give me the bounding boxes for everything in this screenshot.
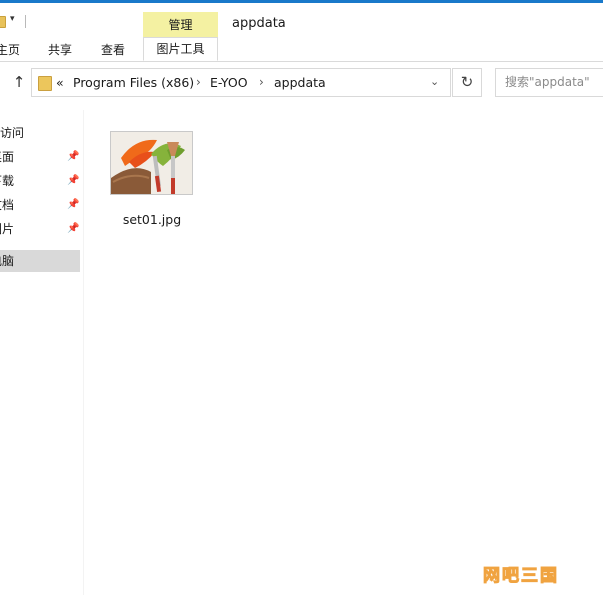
image-thumbnail bbox=[110, 131, 193, 195]
sidebar-item-label: 快速访问 bbox=[0, 126, 25, 140]
search-input[interactable]: 搜索"appdata" bbox=[495, 68, 603, 97]
file-item[interactable]: set01.jpg bbox=[104, 127, 200, 231]
title-bar: ▾ 管理 appdata bbox=[0, 3, 603, 39]
pin-icon[interactable]: 📌 bbox=[67, 194, 79, 216]
up-arrow-icon[interactable]: ↑ bbox=[12, 74, 26, 90]
tab-picture-tools[interactable]: 图片工具 bbox=[143, 37, 218, 61]
navigation-pane: 快速访问 桌面 📌 下载 📌 文档 📌 图片 📌 此电脑 bbox=[0, 110, 84, 595]
sidebar-item-label: 桌面 bbox=[0, 150, 15, 164]
sidebar-item-quick-access[interactable]: 快速访问 bbox=[0, 122, 80, 144]
chevron-right-icon[interactable]: › bbox=[259, 75, 264, 89]
tab-view[interactable]: 查看 bbox=[101, 40, 125, 61]
chevron-down-icon[interactable]: ⌄ bbox=[430, 75, 439, 88]
file-name: set01.jpg bbox=[122, 212, 182, 227]
sidebar-item-label: 图片 bbox=[0, 222, 15, 236]
sidebar-item-documents[interactable]: 文档 📌 bbox=[0, 194, 80, 216]
breadcrumb-e-yoo[interactable]: E-YOO bbox=[210, 75, 248, 90]
tab-home[interactable]: 主页 bbox=[0, 40, 20, 61]
contextual-tab-group-manage: 管理 bbox=[143, 12, 218, 39]
sidebar-item-label: 下载 bbox=[0, 174, 15, 188]
breadcrumb-overflow[interactable]: « bbox=[56, 75, 64, 90]
breadcrumb-appdata[interactable]: appdata bbox=[274, 75, 326, 90]
address-bar[interactable]: « Program Files (x86) › E-YOO › appdata … bbox=[31, 68, 451, 97]
sidebar-item-pictures[interactable]: 图片 📌 bbox=[0, 218, 80, 240]
window-title: appdata bbox=[232, 16, 286, 31]
refresh-icon: ↻ bbox=[460, 73, 474, 91]
ribbon-tabs: 主页 共享 查看 图片工具 bbox=[0, 37, 603, 62]
toolbar-divider bbox=[25, 15, 26, 28]
pin-icon[interactable]: 📌 bbox=[67, 146, 79, 168]
breadcrumb-program-files[interactable]: Program Files (x86) bbox=[73, 75, 194, 90]
tab-share[interactable]: 共享 bbox=[48, 40, 72, 61]
sidebar-item-label: 文档 bbox=[0, 198, 15, 212]
sidebar-item-this-pc[interactable]: 此电脑 bbox=[0, 250, 80, 272]
paintbrush-artwork-icon bbox=[111, 132, 192, 194]
sidebar-item-downloads[interactable]: 下载 📌 bbox=[0, 170, 80, 192]
sidebar-item-desktop[interactable]: 桌面 📌 bbox=[0, 146, 80, 168]
chevron-right-icon[interactable]: › bbox=[196, 75, 201, 89]
folder-icon[interactable] bbox=[0, 16, 6, 28]
folder-icon bbox=[38, 76, 52, 91]
pin-icon[interactable]: 📌 bbox=[67, 218, 79, 240]
pin-icon[interactable]: 📌 bbox=[67, 170, 79, 192]
quick-access-dropdown-icon[interactable]: ▾ bbox=[10, 14, 15, 24]
sidebar-item-label: 此电脑 bbox=[0, 254, 15, 268]
watermark-logo: 网吧三国 bbox=[483, 566, 559, 587]
refresh-button[interactable]: ↻ bbox=[452, 68, 482, 97]
